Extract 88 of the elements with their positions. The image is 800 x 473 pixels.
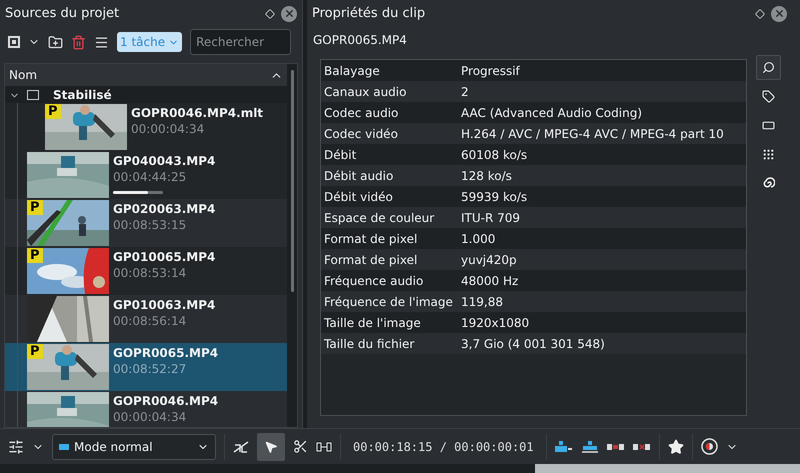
star-icon[interactable] — [668, 438, 684, 454]
property-name: Taille de l'image — [323, 314, 422, 332]
close-icon[interactable] — [281, 6, 297, 22]
float-icon[interactable] — [265, 8, 275, 18]
spacer-tool-icon[interactable] — [316, 442, 332, 452]
mode-dropdown[interactable]: Mode normal — [52, 434, 216, 460]
property-name: Débit — [323, 146, 358, 164]
property-name: Débit audio — [323, 168, 394, 184]
select-tool-icon[interactable] — [257, 432, 285, 460]
property-value: AAC (Advanced Audio Coding) — [461, 104, 642, 122]
clip-name: GP010065.MP4 — [113, 250, 216, 265]
insert-icon[interactable] — [554, 440, 573, 452]
snap-icon[interactable] — [233, 440, 249, 454]
property-name: Taille du fichier — [323, 336, 416, 352]
property-name: Débit vidéo — [323, 188, 394, 206]
overwrite-icon[interactable] — [580, 440, 599, 452]
sliders-icon[interactable] — [8, 438, 24, 454]
clip-row[interactable]: GP010063.MP4 00:08:56:14 — [5, 295, 287, 343]
property-name: Format de pixel — [323, 230, 418, 248]
column-header[interactable]: Nom — [5, 64, 287, 86]
clip-row[interactable]: P GOPR0046.MP4.mlt 00:00:04:34 — [5, 103, 287, 151]
property-value: yuvj420p — [461, 252, 517, 268]
clip-duration: 00:08:56:14 — [113, 313, 188, 329]
clip-name: GP010063.MP4 — [113, 298, 216, 313]
clip-duration: 00:08:53:15 — [113, 217, 188, 233]
property-value: 2 — [461, 84, 469, 100]
property-name: Fréquence de l'image — [323, 294, 454, 310]
clip-title: GOPR0065.MP4 — [312, 32, 408, 49]
progress-bar — [113, 191, 163, 194]
clip-name: GOPR0046.MP4 — [113, 394, 218, 409]
property-value: 3,7 Gio (4 001 301 548) — [461, 336, 605, 352]
add-folder-icon[interactable] — [48, 34, 63, 50]
float-icon[interactable] — [755, 8, 765, 18]
clip-duration: 00:08:53:14 — [113, 265, 188, 281]
property-value: ITU-R 709 — [461, 210, 520, 226]
record-icon[interactable] — [700, 438, 718, 455]
lift-icon[interactable] — [606, 442, 625, 452]
timecode: 00:00:18:15 / 00:00:00:01 — [353, 438, 534, 456]
clip-row[interactable]: P GP010065.MP4 00:08:53:14 — [5, 247, 287, 295]
property-name: Fréquence audio — [323, 272, 424, 290]
property-value: 1920x1080 — [461, 314, 530, 332]
property-name: Canaux audio — [323, 84, 408, 100]
clip-row[interactable]: P GOPR0065.MP4 00:08:52:27 — [5, 343, 287, 391]
property-value: 48000 Hz — [461, 272, 518, 290]
spiral-icon[interactable] — [762, 177, 775, 190]
tag-icon[interactable] — [762, 90, 775, 103]
clip-duration: 00:00:04:34 — [113, 409, 188, 425]
mode-icon — [59, 444, 69, 450]
folder-name: Stabilisé — [53, 87, 112, 104]
search-icon[interactable] — [756, 55, 781, 80]
clip-duration: 00:04:44:25 — [113, 169, 188, 185]
property-name: Format de pixel — [323, 252, 418, 268]
clip-duration: 00:08:52:27 — [113, 361, 188, 377]
property-value: 60108 ko/s — [461, 146, 528, 164]
property-value: H.264 / AVC / MPEG-4 AVC / MPEG-4 part 10 — [461, 126, 724, 142]
clip-name: GP020063.MP4 — [113, 202, 216, 217]
close-icon[interactable] — [771, 6, 787, 22]
property-value: Progressif — [461, 62, 520, 80]
property-value: 119,88 — [461, 294, 503, 310]
property-value: 1.000 — [461, 230, 496, 248]
clip-duration: 00:00:04:34 — [131, 121, 206, 137]
grid-icon[interactable] — [762, 148, 775, 161]
clip-name: GOPR0065.MP4 — [113, 346, 218, 361]
proxy-badge: P — [27, 200, 43, 215]
proxy-badge: P — [27, 248, 43, 263]
property-value: 128 ko/s — [461, 168, 512, 184]
property-value: 59939 ko/s — [461, 188, 528, 206]
clip-row[interactable]: GOPR0046.MP4 00:00:04:34 — [5, 391, 287, 427]
frame-icon[interactable] — [762, 119, 775, 132]
delete-icon[interactable] — [71, 34, 86, 50]
clip-row[interactable]: P GP020063.MP4 00:08:53:15 — [5, 199, 287, 247]
folder-icon — [27, 90, 39, 100]
clip-row[interactable]: GP040043.MP4 00:04:44:25 — [5, 151, 287, 199]
proxy-badge: P — [45, 104, 61, 119]
property-name: Balayage — [323, 62, 381, 80]
menu-icon[interactable] — [94, 34, 109, 50]
proxy-badge: P — [27, 344, 43, 359]
property-name: Codec audio — [323, 104, 400, 122]
clip-name: GOPR0046.MP4.mlt — [131, 106, 264, 121]
property-name: Espace de couleur — [323, 210, 436, 226]
panel-title: Sources du projet — [5, 4, 120, 23]
scissors-icon[interactable] — [293, 439, 308, 454]
add-clip-icon[interactable] — [8, 36, 20, 48]
search-field[interactable]: Rechercher — [190, 29, 292, 55]
clip-name: GP040043.MP4 — [113, 154, 216, 169]
property-name: Codec vidéo — [323, 126, 399, 142]
extract-icon[interactable] — [632, 442, 651, 452]
panel-title: Propriétés du clip — [312, 4, 426, 23]
